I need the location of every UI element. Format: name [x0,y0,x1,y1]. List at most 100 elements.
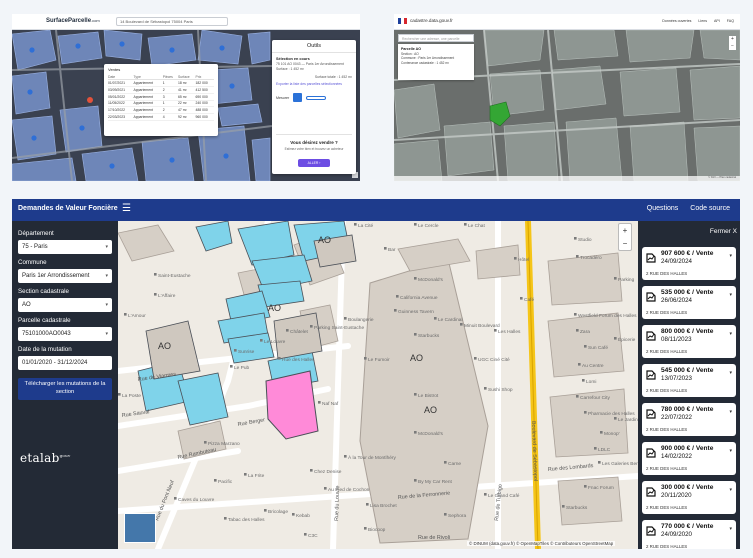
poi-icon [278,357,281,360]
document-icon [646,526,656,536]
section-label: Section cadastrale [18,288,69,295]
nav-code-source[interactable]: Code source [690,205,730,212]
measure-label: Mesurer [276,95,290,100]
chevron-down-icon[interactable]: ▾ [729,370,732,376]
nav-item[interactable]: Données ouvertes [662,19,691,23]
nav-questions[interactable]: Questions [647,205,679,212]
poi-label: Le Cardinal [438,317,463,323]
section-label-ao: AO [318,235,331,245]
table-cell: 41 m² [177,86,196,94]
sale-card[interactable]: 535 000 € / Vente 26/06/2024 2 RUE DES HAL… [642,286,736,319]
table-cell: Appartement [133,86,163,94]
poi-icon [474,357,477,360]
zoom-out-button[interactable]: − [729,43,736,50]
cadastre-search-input[interactable]: Rechercher une adresse, une parcelle [398,34,474,42]
table-row[interactable]: 22/03/2023 Appartement 4 92 m² 960 000 [108,113,214,121]
nav-item[interactable]: Liens [698,19,707,23]
departement-select[interactable]: 75 - Paris ▾ [18,240,112,254]
ruler-icon[interactable] [306,95,327,100]
chevron-down-icon[interactable]: ▾ [729,292,732,298]
poi-icon [582,379,585,382]
etalab-logo[interactable]: etalabgouv [20,451,71,465]
sell-cta: Vous désirez vendre ? Estimez votre bien… [276,134,352,170]
nav-item[interactable]: API [714,19,720,23]
poi-label: Le Jardin [618,417,638,423]
chevron-down-icon[interactable]: ▾ [729,409,732,415]
sale-date: 24/09/2020 [661,531,692,538]
poi-label: UGC Ciné Cité [478,357,510,363]
export-selection-link[interactable]: Exporter la liste des parcelles sélectio… [272,79,356,89]
dvf-header: Demandes de Valeur Foncière ☰ Questions … [12,199,740,221]
flag-icon[interactable] [293,93,303,102]
poi-icon [364,527,367,530]
table-row[interactable]: 11/05/2022 Appartement 1 22 m² 240 000 [108,100,214,108]
poi-label: Sushi Shop [488,387,513,393]
poi-icon [578,363,581,366]
chevron-down-icon[interactable]: ▾ [729,331,732,337]
table-cell: 240 000 [195,100,214,108]
dvf-vector-map[interactable]: AO AO AO AO AO Rue Rambuteau Rue Berger … [118,221,638,549]
poi-label: La Frite [248,473,265,479]
sales-table-popup: Ventes Date Type Pièces Surface Prix 01/07/2… [104,64,218,136]
poi-icon [354,223,357,226]
table-cell: Appartement [133,113,163,121]
sale-address: 2 RUE DES HALLES [646,466,688,471]
poi-icon [414,431,417,434]
sale-card[interactable]: 300 000 € / Vente 20/11/2020 2 RUE DES HAL… [642,481,736,514]
section-select[interactable]: AO ▾ [18,298,112,312]
download-mutations-button[interactable]: Télécharger les mutations de la section [18,378,112,400]
poi-icon [594,447,597,450]
chevron-down-icon[interactable]: ▾ [729,253,732,259]
chevron-down-icon[interactable]: ▾ [729,487,732,493]
chevron-down-icon[interactable]: ▾ [729,448,732,454]
surfaceparcelle-logo[interactable]: SurfaceParcelle.com [46,18,100,24]
poi-label: Châtelet [290,329,309,335]
poi-label: Les Halles [498,329,521,335]
date-range-input[interactable]: 01/01/2020 - 31/12/2024 [18,356,112,370]
poi-icon [154,293,157,296]
table-cell: 412 500 [195,86,214,94]
poi-label: Lomi [586,379,596,385]
tools-panel-title: Outils [272,40,356,53]
table-row[interactable]: 17/10/2022 Appartement 2 47 m² 488 000 [108,106,214,115]
app-title[interactable]: Demandes de Valeur Foncière [18,205,118,212]
chevron-down-icon[interactable]: ▾ [729,526,732,532]
table-row[interactable]: 01/07/2021 Appartement 1 18 m² 182 000 [108,79,214,87]
table-cell: 1 [162,100,178,108]
sale-price: 770 000 € / Vente [661,523,714,530]
poi-icon [260,339,263,342]
table-cell: Appartement [133,106,163,115]
overview-minimap[interactable] [124,513,156,543]
sale-card[interactable]: 770 000 € / Vente 24/09/2020 2 RUE DES HAL… [642,520,736,549]
poi-icon [234,349,237,352]
table-cell: 22/03/2023 [108,113,134,121]
zoom-in-button[interactable]: + [729,36,736,43]
cadastre-attribution: © IGN — Plan cadastral [394,176,740,181]
sale-price: 800 000 € / Vente [661,328,714,335]
sale-date: 20/11/2020 [661,492,692,499]
sale-card[interactable]: 800 000 € / Vente 08/11/2023 2 RUE DES HAL… [642,325,736,358]
poi-icon [204,441,207,444]
hamburger-icon[interactable]: ☰ [122,203,131,215]
poi-icon [366,503,369,506]
close-panel-button[interactable]: Fermer X [710,228,737,235]
sale-card[interactable]: 900 000 € / Vente 14/02/2022 2 RUE DES HAL… [642,442,736,475]
document-icon [646,487,656,497]
parcelle-select[interactable]: 75101000AO0043 ▾ [18,327,112,341]
address-search-input[interactable]: 14 Boulevard de Sébastopol 75004 Paris [116,17,228,26]
sale-card[interactable]: 780 000 € / Vente 22/07/2022 2 RUE DES HAL… [642,403,736,436]
commune-label: Commune [18,259,47,266]
commune-select[interactable]: Paris 1er Arrondissement ▾ [18,269,112,283]
chevron-down-icon: ▾ [105,244,108,250]
nav-item[interactable]: FAQ [727,19,734,23]
table-row[interactable]: 05/01/2022 Appartement 3 65 m² 690 000 [108,93,214,101]
table-row[interactable]: 03/09/2021 Appartement 2 41 m² 412 500 [108,86,214,94]
sale-address: 2 RUE DES HALLES [646,427,688,432]
sell-button[interactable]: ALLER › [297,159,331,167]
zoom-in-button[interactable]: + [619,224,631,237]
sale-card[interactable]: 545 000 € / Vente 13/07/2023 2 RUE DES HAL… [642,364,736,397]
sale-card[interactable]: 907 600 € / Vente 24/09/2024 2 RUE DES HAL… [642,247,736,280]
poi-label: Le Grand Café [488,493,520,499]
zoom-out-button[interactable]: − [619,237,631,250]
cadastre-site-name[interactable]: cadastre.data.gouv.fr [410,18,453,23]
